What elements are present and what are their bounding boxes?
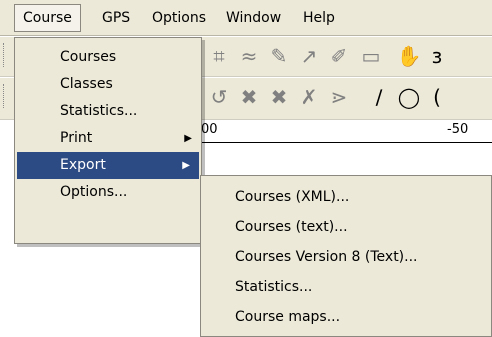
tool-forbidden-route-icon[interactable]: ✖	[266, 84, 292, 110]
menu-item-label: Course maps...	[235, 309, 341, 325]
menu-item-label: Options...	[60, 184, 128, 200]
tool-ellipse-icon[interactable]: ◯	[396, 84, 422, 110]
menu-course[interactable]: Course	[14, 4, 81, 32]
menu-item-export-statistics[interactable]: Statistics...	[201, 272, 491, 302]
tool-gate-icon[interactable]: ⌗	[206, 43, 232, 69]
menu-item-label: Courses Version 8 (Text)...	[235, 249, 418, 265]
menu-item-label: Statistics...	[235, 279, 313, 295]
tool-cross-icon[interactable]: ✗	[296, 84, 322, 110]
ruler-label-right: -50	[447, 122, 469, 137]
submenu-arrow-icon: ▶	[182, 160, 190, 171]
menu-item-label: Statistics...	[60, 103, 138, 119]
ruler-label-left: 00	[201, 122, 218, 137]
menu-item-export-course-maps[interactable]: Course maps...	[201, 302, 491, 332]
menu-item-statistics[interactable]: Statistics...	[15, 98, 201, 125]
menu-item-print[interactable]: Print ▶	[15, 125, 201, 152]
hand-tool-icon[interactable]: ✋	[396, 43, 422, 69]
menu-item-classes[interactable]: Classes	[15, 71, 201, 98]
menu-item-label: Courses (XML)...	[235, 189, 350, 205]
tool-forbidden-icon[interactable]: ✖	[236, 84, 262, 110]
menu-item-export-courses-xml[interactable]: Courses (XML)...	[201, 182, 491, 212]
submenu-arrow-icon: ▶	[184, 133, 192, 144]
toolbar-grip[interactable]	[3, 43, 7, 67]
tool-rotate-icon[interactable]: ↺	[206, 84, 232, 110]
tool-boundary-icon[interactable]: ⋗	[326, 84, 352, 110]
menu-help[interactable]: Help	[295, 4, 343, 32]
menu-options[interactable]: Options	[144, 4, 214, 32]
menu-bar: Course GPS Options Window Help	[0, 0, 492, 36]
app-window: Course GPS Options Window Help ⌗ ≈ ✎ ↗ ✐…	[0, 0, 492, 337]
tool-arc-icon[interactable]: (	[424, 84, 450, 110]
tool-control-icon[interactable]: ✎	[266, 43, 292, 69]
menu-item-options[interactable]: Options...	[15, 179, 201, 206]
export-submenu: Courses (XML)... Courses (text)... Cours…	[200, 175, 492, 337]
menu-item-export[interactable]: Export ▶	[17, 152, 199, 179]
tool-line-icon[interactable]: ∕	[366, 84, 392, 110]
course-menu: Courses Classes Statistics... Print ▶ Exp…	[14, 37, 202, 244]
menu-item-export-courses-text[interactable]: Courses (text)...	[201, 212, 491, 242]
menu-gps[interactable]: GPS	[94, 4, 138, 32]
tool-crossing-icon[interactable]: ↗	[296, 43, 322, 69]
menu-window[interactable]: Window	[218, 4, 289, 32]
tool-marker-icon[interactable]: ✐	[326, 43, 352, 69]
menu-item-label: Classes	[60, 76, 113, 92]
toolbar-grip-2[interactable]	[3, 84, 7, 108]
ruler: 00 -50	[195, 120, 492, 143]
tool-ruler-icon[interactable]: ▭	[358, 43, 384, 69]
menu-item-label: Courses (text)...	[235, 219, 348, 235]
menu-item-label: Print	[60, 130, 93, 146]
menu-item-label: Courses	[60, 49, 117, 65]
tool-path-icon[interactable]: ≈	[236, 43, 262, 69]
menu-item-courses[interactable]: Courses	[15, 44, 201, 71]
menu-item-export-courses-v8[interactable]: Courses Version 8 (Text)...	[201, 242, 491, 272]
zoom-tool-icon[interactable]: ɜ	[424, 43, 450, 69]
menu-item-label: Export	[60, 157, 106, 173]
